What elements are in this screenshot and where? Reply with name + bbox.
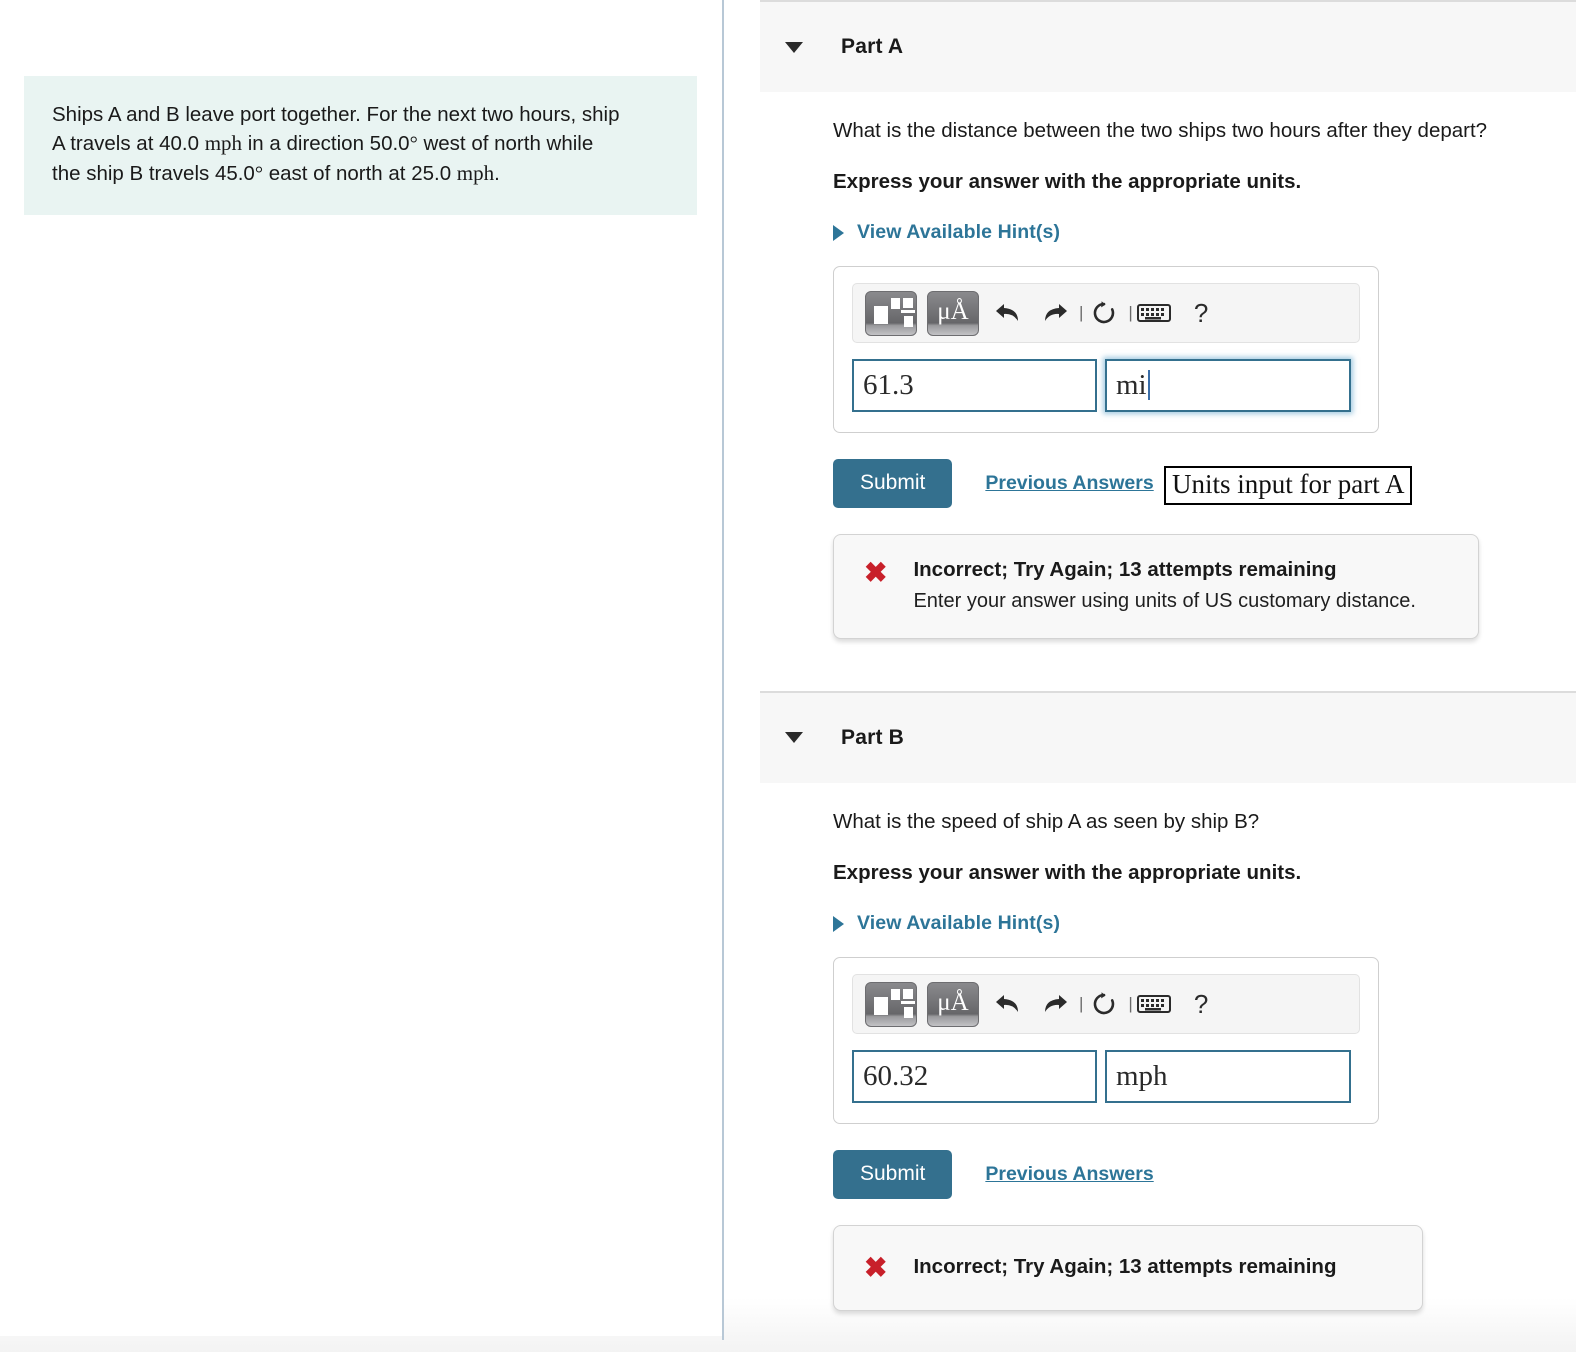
unit-mph-1: mph — [204, 131, 243, 156]
problem-line-3-part-1: the ship B travels 45.0 — [52, 162, 255, 186]
keyboard-icon[interactable] — [1135, 984, 1173, 1024]
template-shape-4 — [901, 309, 915, 313]
part-b-value-input[interactable]: 60.32 — [852, 1050, 1097, 1104]
chevron-right-icon — [833, 224, 844, 241]
pane-divider — [722, 0, 724, 1340]
part-b-answer-box: μÅ | | ? 60.32 mph — [833, 957, 1379, 1125]
template-shape-5 — [904, 315, 913, 327]
template-shape-2 — [891, 988, 900, 1000]
math-template-icon[interactable] — [865, 290, 917, 336]
part-a-feedback-text: Incorrect; Try Again; 13 attempts remain… — [913, 557, 1415, 614]
part-a-view-hints[interactable]: View Available Hint(s) — [833, 221, 1103, 244]
problem-line-2-part-3: west of north while — [417, 132, 594, 156]
text-cursor — [1147, 370, 1150, 401]
problem-line-1: Ships A and B leave port together. For t… — [52, 103, 620, 126]
toolbar-separator-2: | — [1128, 994, 1133, 1014]
part-b-answer-toolbar: μÅ | | ? — [852, 974, 1360, 1035]
part-b-title: Part B — [841, 725, 905, 749]
part-a-value-input[interactable]: 61.3 — [852, 359, 1097, 413]
page-root: Ships A and B leave port together. For t… — [0, 0, 1576, 1352]
units-palette-button[interactable]: μÅ — [927, 981, 979, 1027]
undo-arrow-icon[interactable] — [989, 984, 1027, 1024]
part-a-answer-box: μÅ | | ? 61.3 mi — [833, 266, 1379, 434]
template-shape-4 — [901, 1000, 915, 1004]
part-b-view-hints[interactable]: View Available Hint(s) — [833, 912, 1103, 935]
part-a-question: What is the distance between the two shi… — [833, 119, 1488, 142]
part-b-submit-row: Submit Previous Answers — [833, 1150, 1576, 1200]
part-b-hints-label: View Available Hint(s) — [857, 912, 1061, 935]
units-palette-label: μÅ — [937, 297, 969, 325]
part-b-feedback-text: Incorrect; Try Again; 13 attempts remain… — [913, 1254, 1336, 1280]
part-b-body: What is the speed of ship A as seen by s… — [760, 783, 1576, 1312]
chevron-down-icon[interactable] — [785, 732, 803, 744]
part-b-units-input[interactable]: mph — [1105, 1050, 1351, 1104]
part-b-submit-button[interactable]: Submit — [833, 1150, 953, 1200]
part-a-title: Part A — [841, 35, 904, 58]
degree-symbol-1: ° — [409, 133, 418, 156]
units-input-tooltip: Units input for part A — [1164, 466, 1413, 506]
part-a-previous-answers-link[interactable]: Previous Answers — [985, 472, 1153, 495]
part-b-express-instruction: Express your answer with the appropriate… — [833, 860, 1302, 884]
redo-arrow-icon[interactable] — [1036, 984, 1074, 1024]
problem-statement-pane: Ships A and B leave port together. For t… — [0, 0, 722, 1336]
problem-statement-text: Ships A and B leave port together. For t… — [24, 76, 697, 216]
part-b-feedback-title: Incorrect; Try Again; 13 attempts remain… — [913, 1255, 1337, 1279]
keyboard-icon[interactable] — [1135, 293, 1173, 333]
part-a-feedback-title: Incorrect; Try Again; 13 attempts remain… — [913, 558, 1337, 582]
part-a-feedback-box: ✖ Incorrect; Try Again; 13 attempts rema… — [833, 534, 1479, 639]
red-x-icon: ✖ — [864, 1252, 888, 1284]
part-a-units-value: mi — [1116, 369, 1147, 402]
problem-line-2-part-1: A travels at 40.0 — [52, 132, 205, 156]
help-question-mark-icon[interactable]: ? — [1194, 989, 1208, 1020]
template-shape-1 — [874, 996, 888, 1015]
part-a-submit-button[interactable]: Submit — [833, 459, 953, 509]
chevron-right-icon — [833, 915, 844, 932]
part-b-feedback-box: ✖ Incorrect; Try Again; 13 attempts rema… — [833, 1225, 1423, 1312]
toolbar-separator-1: | — [1079, 994, 1084, 1014]
redo-arrow-icon[interactable] — [1036, 293, 1074, 333]
units-palette-button[interactable]: μÅ — [927, 290, 979, 336]
undo-arrow-icon[interactable] — [989, 293, 1027, 333]
problem-line-3-part-3: . — [494, 162, 500, 186]
part-a-header[interactable]: Part A — [760, 0, 1576, 92]
answers-pane: Part A What is the distance between the … — [760, 0, 1576, 1352]
math-template-icon[interactable] — [865, 981, 917, 1027]
part-a-units-input[interactable]: mi — [1105, 359, 1351, 413]
problem-line-2-part-2: in a direction 50.0 — [242, 132, 410, 156]
reset-circular-arrow-icon[interactable] — [1085, 984, 1123, 1024]
part-a-body: What is the distance between the two shi… — [760, 92, 1576, 639]
part-b-header[interactable]: Part B — [760, 690, 1576, 783]
help-question-mark-icon[interactable]: ? — [1194, 298, 1208, 329]
unit-mph-2: mph — [456, 161, 495, 186]
template-shape-1 — [874, 305, 888, 324]
part-b-inputs-row: 60.32 mph — [852, 1050, 1360, 1104]
template-shape-5 — [904, 1006, 913, 1018]
red-x-icon: ✖ — [864, 557, 888, 589]
template-shape-3 — [903, 988, 913, 999]
part-a-feedback-detail: Enter your answer using units of US cust… — [913, 589, 1416, 612]
chevron-down-icon[interactable] — [785, 41, 803, 53]
template-shape-2 — [891, 297, 900, 309]
part-a-inputs-row: 61.3 mi — [852, 359, 1360, 413]
toolbar-separator-1: | — [1079, 303, 1084, 323]
toolbar-separator-2: | — [1128, 303, 1133, 323]
template-shape-3 — [903, 297, 913, 308]
part-b-section: Part B What is the speed of ship A as se… — [760, 690, 1576, 1312]
degree-symbol-2: ° — [254, 163, 264, 186]
part-a-section: Part A What is the distance between the … — [760, 0, 1576, 639]
reset-circular-arrow-icon[interactable] — [1085, 293, 1123, 333]
part-b-previous-answers-link[interactable]: Previous Answers — [985, 1163, 1153, 1186]
part-a-answer-toolbar: μÅ | | ? — [852, 283, 1360, 344]
units-palette-label: μÅ — [937, 988, 969, 1016]
part-b-question: What is the speed of ship A as seen by s… — [833, 809, 1260, 833]
part-a-hints-label: View Available Hint(s) — [857, 221, 1061, 244]
part-a-express-instruction: Express your answer with the appropriate… — [833, 169, 1302, 193]
problem-line-3-part-2: east of north at 25.0 — [263, 162, 457, 186]
